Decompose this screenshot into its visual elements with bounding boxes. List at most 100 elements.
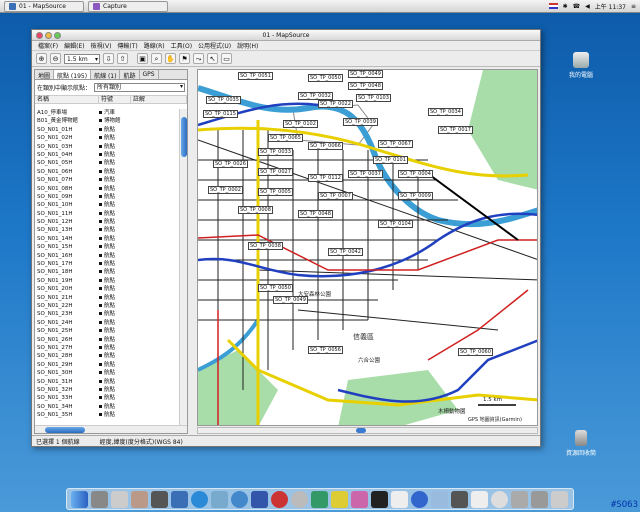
table-row[interactable]: SO_N01_08H 航點: [35, 185, 179, 193]
info-icon[interactable]: [411, 490, 428, 508]
waypoint-map-label[interactable]: SO_TP_0026: [213, 160, 248, 168]
phone-icon[interactable]: ☎: [573, 3, 580, 10]
send-to-device-icon[interactable]: ⇧: [117, 53, 128, 64]
desktop-icon-my-computer[interactable]: 我的電腦: [561, 52, 601, 79]
taskbar-item-capture[interactable]: Capture: [88, 0, 168, 12]
table-row[interactable]: SO_N01_32H 航點: [35, 386, 179, 394]
waypoint-map-label[interactable]: SO_TP_0102: [283, 120, 318, 128]
table-row[interactable]: SO_N01_24H 航點: [35, 319, 179, 327]
table-row[interactable]: SO_N01_14H 航點: [35, 235, 179, 243]
maximize-icon[interactable]: [54, 32, 61, 39]
close-icon[interactable]: [36, 32, 43, 39]
scroll-thumb[interactable]: [356, 428, 366, 433]
table-row[interactable]: SO_N01_09H 航點: [35, 193, 179, 201]
column-header-name[interactable]: 名稱: [35, 96, 99, 103]
app-icon[interactable]: [91, 490, 108, 508]
table-row[interactable]: SO_N01_19H 航點: [35, 277, 179, 285]
waypoint-map-label[interactable]: SO_TP_0050: [308, 74, 343, 82]
menu-edit[interactable]: 編輯(E): [64, 41, 84, 50]
waypoint-map-label[interactable]: SO_TP_0035: [206, 96, 241, 104]
calendar-icon[interactable]: [471, 490, 488, 508]
waypoint-map-label[interactable]: SO_TP_0027: [258, 168, 293, 176]
waypoint-map-label[interactable]: SO_TP_0060: [458, 348, 493, 356]
scroll-thumb[interactable]: [181, 117, 187, 157]
taskbar-item-mapsource[interactable]: 01 - MapSource: [4, 0, 84, 12]
map-view[interactable]: SO_TP_0051 SO_TP_0050 SO_TP_0049 SO_TP_0048…: [197, 69, 538, 426]
settings-icon[interactable]: [531, 490, 548, 508]
table-row[interactable]: SO_N01_10H 航點: [35, 201, 179, 209]
quicktime-icon[interactable]: [231, 490, 248, 508]
hand-tool-icon[interactable]: ✋: [165, 53, 176, 64]
table-row[interactable]: SO_N01_17H 航點: [35, 260, 179, 268]
map-horizontal-scrollbar[interactable]: [197, 427, 538, 434]
mail-icon[interactable]: [111, 490, 128, 508]
zoom-level-select[interactable]: 1.5 km: [64, 53, 100, 64]
table-row[interactable]: SO_N01_25H 航點: [35, 327, 179, 335]
finder-icon[interactable]: [71, 490, 88, 508]
table-row[interactable]: SO_N01_23H 航點: [35, 310, 179, 318]
tab-waypoints[interactable]: 航點 (195): [54, 70, 92, 80]
app-7-icon[interactable]: [371, 490, 388, 508]
table-row[interactable]: SO_N01_35H 航點: [35, 411, 179, 419]
select-tool-icon[interactable]: ▣: [137, 53, 148, 64]
table-row[interactable]: SO_N01_30H 航點: [35, 369, 179, 377]
table-row[interactable]: SO_N01_01H 航點: [35, 126, 179, 134]
table-row[interactable]: SO_N01_18H 航點: [35, 268, 179, 276]
menu-file[interactable]: 檔案(F): [38, 41, 58, 50]
game-icon[interactable]: [311, 490, 328, 508]
receive-from-device-icon[interactable]: ⇩: [103, 53, 114, 64]
waypoint-map-label[interactable]: SO_TP_0038: [248, 242, 283, 250]
zoom-out-icon[interactable]: ⊖: [50, 53, 61, 64]
minimize-icon[interactable]: [45, 32, 52, 39]
desktop-icon-recycle-bin[interactable]: 資源回收筒: [561, 430, 601, 457]
route-tool-icon[interactable]: ⤳: [193, 53, 204, 64]
contacts-icon[interactable]: [131, 490, 148, 508]
notes-icon[interactable]: [391, 490, 408, 508]
internet-explorer-icon[interactable]: [191, 490, 208, 508]
waypoint-map-label[interactable]: SO_TP_0115: [203, 110, 238, 118]
table-row[interactable]: SO_N01_27H 航點: [35, 344, 179, 352]
system-icon[interactable]: [171, 490, 188, 508]
search-icon[interactable]: [431, 490, 448, 508]
photos-icon[interactable]: [151, 490, 168, 508]
waypoint-map-label[interactable]: SO_TP_0056: [308, 346, 343, 354]
waypoint-map-label[interactable]: SO_TP_0103: [356, 94, 391, 102]
table-row[interactable]: SO_N01_03H 航點: [35, 143, 179, 151]
table-row[interactable]: SO_N01_12H 航點: [35, 218, 179, 226]
table-row[interactable]: SO_N01_15H 航點: [35, 243, 179, 251]
tab-maps[interactable]: 地圖: [35, 70, 55, 80]
waypoint-map-label[interactable]: SO_TP_0002: [208, 186, 243, 194]
preview-icon[interactable]: [511, 490, 528, 508]
dvd-icon[interactable]: [291, 490, 308, 508]
waypoint-map-label[interactable]: SO_TP_0009: [398, 192, 433, 200]
menu-help[interactable]: 說明(H): [237, 41, 258, 50]
table-row[interactable]: SO_N01_04H 航點: [35, 151, 179, 159]
no-entry-icon[interactable]: [271, 490, 288, 508]
table-row[interactable]: SO_N01_13H 航點: [35, 226, 179, 234]
scroll-thumb[interactable]: [45, 427, 85, 433]
table-row[interactable]: SO_N01_05H 航點: [35, 159, 179, 167]
waypoint-map-label[interactable]: SO_TP_0101: [373, 156, 408, 164]
category-select[interactable]: 所有類別: [94, 83, 185, 92]
waypoint-map-label[interactable]: SO_TP_0039: [343, 118, 378, 126]
map-tool-icon[interactable]: ▭: [221, 53, 232, 64]
bluetooth-icon[interactable]: ✱: [563, 3, 568, 10]
camera-icon[interactable]: [451, 490, 468, 508]
table-row[interactable]: SO_N01_07H 航點: [35, 176, 179, 184]
clock[interactable]: 上午 11:37: [595, 2, 626, 11]
table-row[interactable]: SO_N01_11H 航點: [35, 210, 179, 218]
waypoint-map-label[interactable]: SO_TP_0065: [268, 134, 303, 142]
table-row[interactable]: SO_N01_33H 航點: [35, 394, 179, 402]
menu-route[interactable]: 路線(R): [144, 41, 165, 50]
menu-transfer[interactable]: 傳輸(T): [117, 41, 137, 50]
zoom-tool-icon[interactable]: ⌕: [151, 53, 162, 64]
menu-icon[interactable]: ≡: [631, 3, 636, 10]
waypoint-map-label[interactable]: SO_TP_0004: [398, 170, 433, 178]
waypoint-map-label[interactable]: SO_TP_0048: [348, 82, 383, 90]
waypoint-map-label[interactable]: SO_TP_0049: [348, 70, 383, 78]
menu-tools[interactable]: 工具(O): [171, 41, 192, 50]
table-row[interactable]: SO_N01_31H 航點: [35, 378, 179, 386]
waypoint-tool-icon[interactable]: ⚑: [179, 53, 190, 64]
waypoint-map-label[interactable]: SO_TP_0017: [438, 126, 473, 134]
waypoint-map-label[interactable]: SO_TP_0033: [258, 148, 293, 156]
